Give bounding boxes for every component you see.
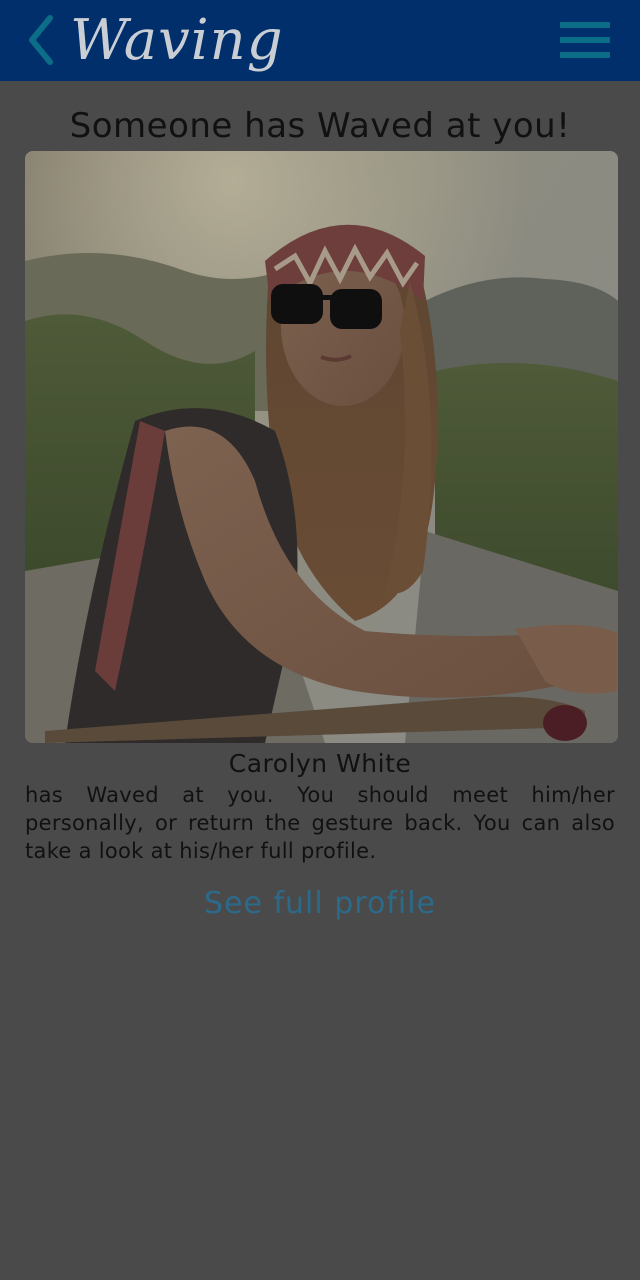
page-title: Waving [70,7,284,73]
hamburger-menu-icon [560,22,610,28]
menu-button[interactable] [556,18,614,62]
see-full-profile-link[interactable]: See full profile [0,886,640,921]
profile-name: Carolyn White [228,749,412,778]
hamburger-menu-icon-line [560,37,610,43]
wave-heading: Someone has Waved at you! [69,106,571,146]
waving-screen: Waving Someone has Waved at you! Carolyn… [0,0,640,1280]
profile-photo[interactable] [25,151,618,743]
hamburger-menu-icon-line [560,52,610,58]
wave-message: has Waved at you. You should meet him/he… [25,783,615,863]
app-header: Waving [0,0,640,81]
back-button[interactable] [22,10,60,70]
chevron-left-icon [29,15,53,65]
